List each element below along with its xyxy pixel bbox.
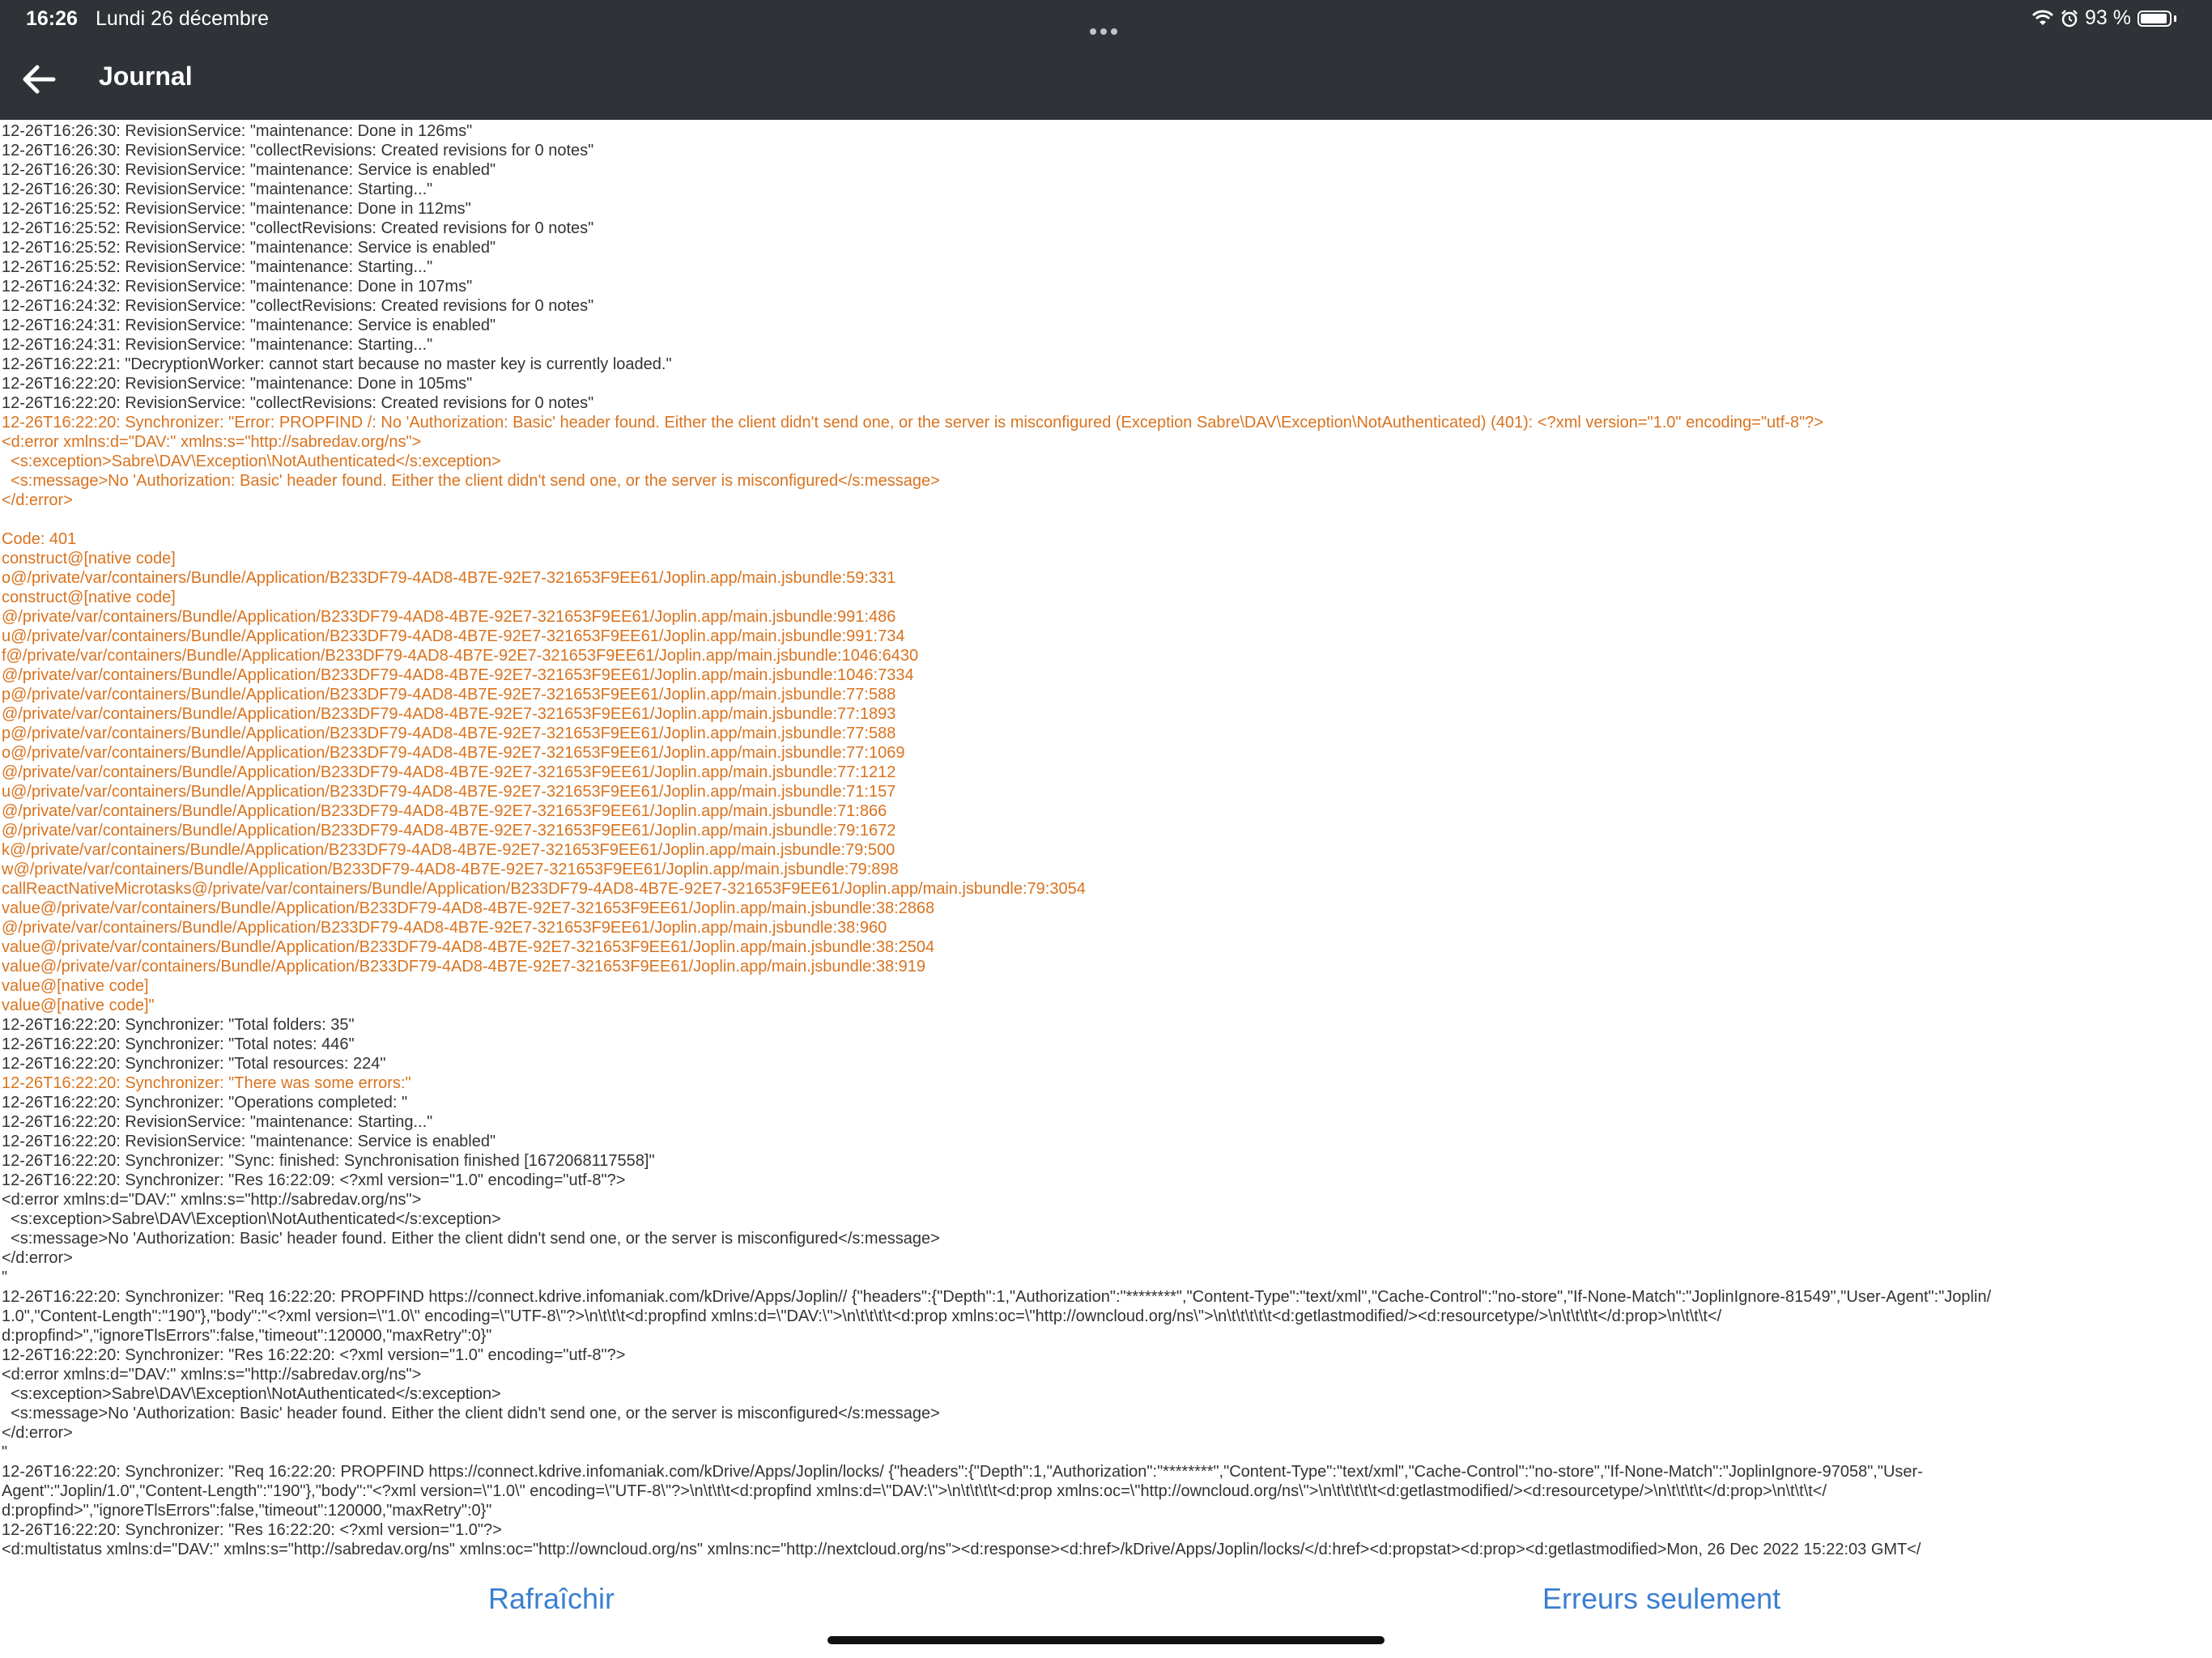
log-line: 12-26T16:25:52: RevisionService: "mainte…	[2, 258, 433, 276]
log-line: <s:exception>Sabre\DAV\Exception\NotAuth…	[2, 1385, 501, 1403]
log-line: <s:exception>Sabre\DAV\Exception\NotAuth…	[2, 1210, 501, 1228]
log-line-error: @/private/var/containers/Bundle/Applicat…	[2, 705, 896, 723]
arrow-left-icon	[23, 65, 56, 94]
log-line-error: f@/private/var/containers/Bundle/Applica…	[2, 647, 919, 665]
log-line: 12-26T16:22:20: Synchronizer: "Res 16:22…	[2, 1346, 626, 1364]
log-line-error: 12-26T16:22:20: Synchronizer: "Error: PR…	[2, 414, 1823, 432]
log-line: 12-26T16:22:20: Synchronizer: "Operation…	[2, 1094, 408, 1112]
log-line: 12-26T16:22:20: RevisionService: "collec…	[2, 394, 594, 412]
battery-icon	[2138, 10, 2172, 27]
log-line: <s:message>No 'Authorization: Basic' hea…	[2, 1405, 940, 1422]
log-line-error: construct@[native code]	[2, 589, 176, 606]
log-line: 12-26T16:22:20: Synchronizer: "Total not…	[2, 1035, 355, 1053]
log-line-error	[0, 510, 2212, 529]
log-line: 12-26T16:22:21: "DecryptionWorker: canno…	[2, 355, 672, 373]
errors-only-button[interactable]: Erreurs seulement	[1542, 1582, 1780, 1616]
battery-percentage: 93 %	[2085, 6, 2131, 29]
log-line: </d:error>	[2, 1249, 73, 1267]
refresh-button[interactable]: Rafraîchir	[488, 1582, 615, 1616]
header-bar: Journal	[0, 39, 2212, 120]
log-line: 12-26T16:25:52: RevisionService: "mainte…	[2, 239, 496, 257]
log-line-error: @/private/var/containers/Bundle/Applicat…	[2, 919, 887, 937]
log-line: 12-26T16:26:30: RevisionService: "mainte…	[2, 181, 433, 198]
log-line-error: @/private/var/containers/Bundle/Applicat…	[2, 608, 896, 626]
log-line: 12-26T16:24:31: RevisionService: "mainte…	[2, 317, 496, 334]
back-button[interactable]	[16, 57, 62, 102]
log-line-error: @/private/var/containers/Bundle/Applicat…	[2, 666, 914, 684]
log-line-error: <s:exception>Sabre\DAV\Exception\NotAuth…	[2, 453, 501, 470]
log-line-error: o@/private/var/containers/Bundle/Applica…	[2, 569, 896, 587]
log-line: 12-26T16:22:20: Synchronizer: "Res 16:22…	[2, 1521, 502, 1539]
log-line: 12-26T16:26:30: RevisionService: "mainte…	[2, 122, 473, 140]
log-line-error: </d:error>	[2, 491, 73, 509]
log-line-error: k@/private/var/containers/Bundle/Applica…	[2, 841, 895, 859]
log-line: d:propfind>","ignoreTlsErrors":false,"ti…	[2, 1502, 492, 1520]
log-line-error: w@/private/var/containers/Bundle/Applica…	[2, 861, 899, 878]
log-line-error: @/private/var/containers/Bundle/Applicat…	[2, 822, 896, 840]
log-line: 12-26T16:22:20: Synchronizer: "Sync: fin…	[2, 1152, 655, 1170]
log-line: <d:multistatus xmlns:d="DAV:" xmlns:s="h…	[2, 1541, 1921, 1558]
status-indicators: 93 %	[2031, 6, 2176, 30]
log-line: 12-26T16:22:20: Synchronizer: "Total res…	[2, 1055, 386, 1073]
status-time: 16:26	[26, 7, 78, 30]
log-line: 12-26T16:25:52: RevisionService: "collec…	[2, 219, 594, 237]
log-line: 12-26T16:26:30: RevisionService: "mainte…	[2, 161, 496, 179]
log-line-error: u@/private/var/containers/Bundle/Applica…	[2, 627, 905, 645]
log-line-error: p@/private/var/containers/Bundle/Applica…	[2, 725, 896, 742]
log-line-error: construct@[native code]	[2, 550, 176, 568]
log-line: 12-26T16:22:20: Synchronizer: "Req 16:22…	[2, 1463, 1923, 1481]
battery-fill	[2141, 13, 2167, 23]
log-line: <d:error xmlns:d="DAV:" xmlns:s="http://…	[2, 1366, 422, 1384]
page-title: Journal	[99, 62, 193, 91]
log-line: 12-26T16:22:20: RevisionService: "mainte…	[2, 1113, 433, 1131]
log-line: Agent":"Joplin/1.0","Content-Length":"19…	[2, 1482, 1827, 1500]
log-line: 1.0","Content-Length":"190"},"body":"<?x…	[2, 1307, 1722, 1325]
log-line: 12-26T16:24:31: RevisionService: "mainte…	[2, 336, 433, 354]
log-line: </d:error>	[2, 1424, 73, 1442]
log-line: 12-26T16:22:20: RevisionService: "mainte…	[2, 375, 473, 393]
log-line: 12-26T16:25:52: RevisionService: "mainte…	[2, 200, 471, 218]
log-line-error: value@/private/var/containers/Bundle/App…	[2, 938, 935, 956]
log-line: 12-26T16:22:20: Synchronizer: "Total fol…	[2, 1016, 355, 1034]
log-line-error: @/private/var/containers/Bundle/Applicat…	[2, 802, 887, 820]
log-line: <d:error xmlns:d="DAV:" xmlns:s="http://…	[2, 1191, 422, 1209]
log-line-error: value@/private/var/containers/Bundle/App…	[2, 899, 935, 917]
log-line-error: callReactNativeMicrotasks@/private/var/c…	[2, 880, 1086, 898]
log-view[interactable]: 12-26T16:26:30: RevisionService: "mainte…	[0, 121, 2212, 1562]
log-line-error: p@/private/var/containers/Bundle/Applica…	[2, 686, 896, 704]
log-line: "	[2, 1443, 8, 1461]
log-line-error: value@/private/var/containers/Bundle/App…	[2, 958, 926, 976]
log-line-error: @/private/var/containers/Bundle/Applicat…	[2, 763, 896, 781]
alarm-icon	[2061, 9, 2078, 27]
log-line-error: u@/private/var/containers/Bundle/Applica…	[2, 783, 896, 801]
log-line-error: Code: 401	[2, 530, 77, 548]
log-line-error: o@/private/var/containers/Bundle/Applica…	[2, 744, 905, 762]
status-bar: 16:26 Lundi 26 décembre 93 %	[0, 0, 2212, 39]
log-line-error: value@[native code]"	[2, 997, 155, 1014]
log-line: <s:message>No 'Authorization: Basic' hea…	[2, 1230, 940, 1248]
log-line: 12-26T16:26:30: RevisionService: "collec…	[2, 142, 594, 159]
log-line-error: <s:message>No 'Authorization: Basic' hea…	[2, 472, 940, 490]
log-line: 12-26T16:22:20: Synchronizer: "Res 16:22…	[2, 1171, 626, 1189]
log-line: 12-26T16:24:32: RevisionService: "mainte…	[2, 278, 473, 295]
log-line: d:propfind>","ignoreTlsErrors":false,"ti…	[2, 1327, 492, 1345]
home-indicator[interactable]	[827, 1636, 1385, 1644]
status-date: Lundi 26 décembre	[96, 7, 270, 30]
log-line: 12-26T16:22:20: Synchronizer: "Req 16:22…	[2, 1288, 1992, 1306]
log-line-error: 12-26T16:22:20: Synchronizer: "There was…	[2, 1074, 411, 1092]
wifi-icon	[2031, 10, 2054, 25]
multitask-dots-icon[interactable]	[1090, 17, 1124, 35]
log-line: 12-26T16:24:32: RevisionService: "collec…	[2, 297, 594, 315]
log-line-error: value@[native code]	[2, 977, 149, 995]
log-line: 12-26T16:22:20: RevisionService: "mainte…	[2, 1133, 496, 1150]
log-line: "	[2, 1269, 8, 1286]
battery-tip	[2174, 15, 2176, 22]
log-line-error: <d:error xmlns:d="DAV:" xmlns:s="http://…	[2, 433, 422, 451]
